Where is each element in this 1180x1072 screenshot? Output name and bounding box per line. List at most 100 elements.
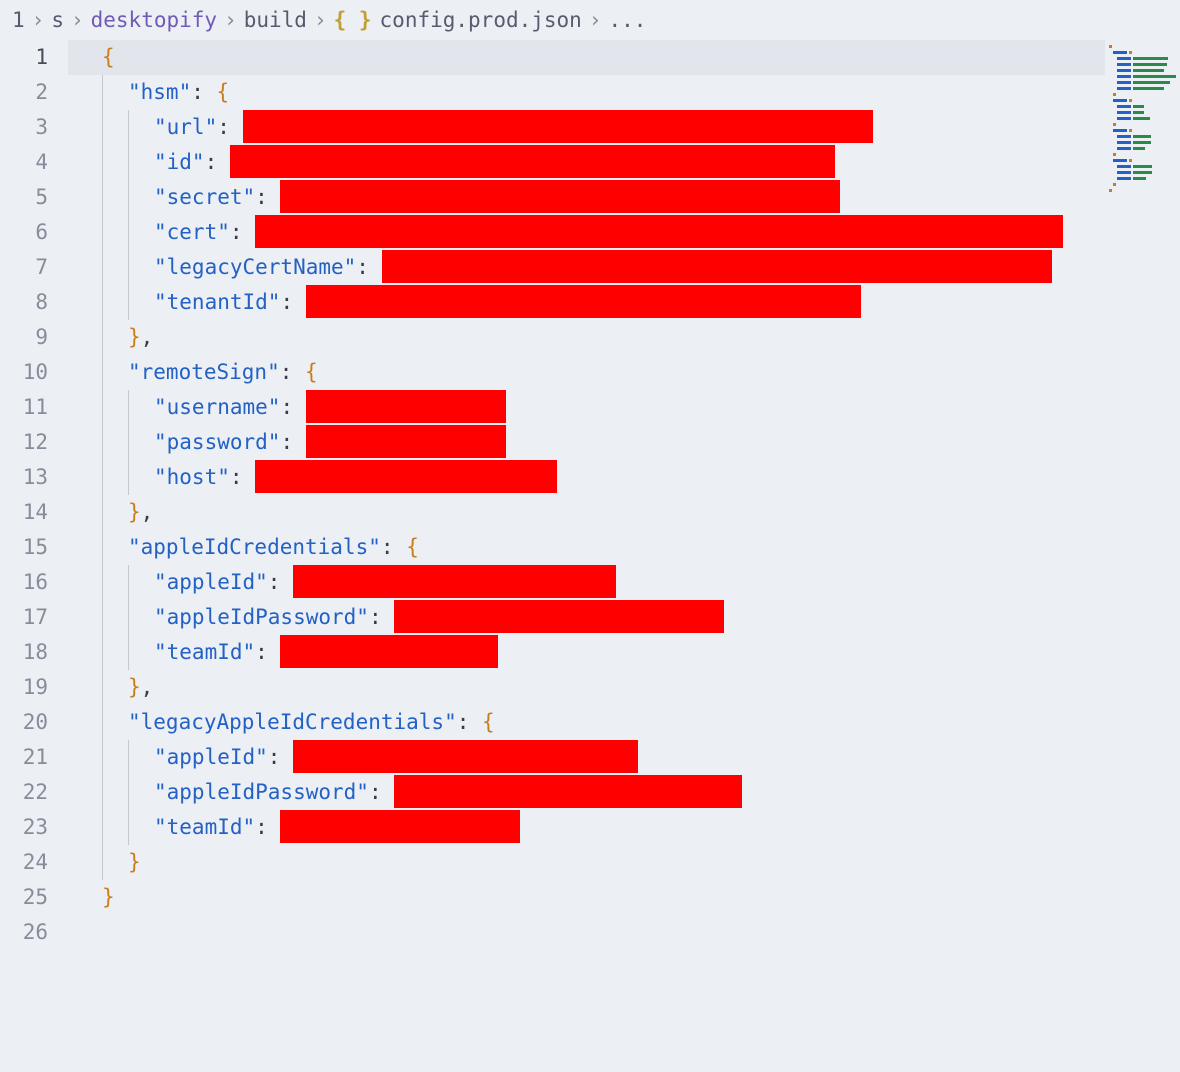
indent-guide — [102, 845, 128, 880]
chevron-right-icon: › — [71, 8, 84, 32]
code-line[interactable]: "hsm": { — [68, 75, 1180, 110]
code-line[interactable]: } — [68, 880, 1180, 915]
line-number[interactable]: 1 — [0, 40, 48, 75]
line-number[interactable]: 7 — [0, 250, 48, 285]
token-colon: : — [230, 465, 243, 489]
token-colon: : — [230, 220, 243, 244]
line-number[interactable]: 20 — [0, 705, 48, 740]
token-colon: : — [268, 745, 281, 769]
indent-guide — [102, 215, 128, 250]
code-line[interactable]: "username": — [68, 390, 1180, 425]
breadcrumb-segment[interactable]: s — [51, 8, 64, 32]
line-number-gutter[interactable]: 1234567891011121314151617181920212223242… — [0, 40, 68, 1072]
code-area[interactable]: {"hsm": {"url": "id": "secret": "cert": … — [68, 40, 1180, 1072]
code-line[interactable]: "appleIdPassword": — [68, 775, 1180, 810]
code-line[interactable]: "password": — [68, 425, 1180, 460]
line-number[interactable]: 19 — [0, 670, 48, 705]
breadcrumb-segment[interactable]: 1 — [12, 8, 25, 32]
indent-guide — [128, 740, 154, 775]
line-number[interactable]: 17 — [0, 600, 48, 635]
code-line[interactable]: "appleId": — [68, 565, 1180, 600]
line-number[interactable]: 14 — [0, 495, 48, 530]
indent-guide — [128, 600, 154, 635]
token-brace: } — [128, 500, 141, 524]
line-number[interactable]: 10 — [0, 355, 48, 390]
token-colon: : — [205, 150, 218, 174]
redaction-block — [394, 775, 742, 808]
minimap[interactable] — [1105, 40, 1180, 1072]
line-number[interactable]: 26 — [0, 915, 48, 950]
token-key: "secret" — [154, 185, 255, 209]
code-line[interactable] — [68, 915, 1180, 950]
code-line[interactable]: "legacyAppleIdCredentials": { — [68, 705, 1180, 740]
line-number[interactable]: 2 — [0, 75, 48, 110]
token-key: "legacyCertName" — [154, 255, 356, 279]
token-key: "url" — [154, 115, 217, 139]
indent-guide — [102, 495, 128, 530]
line-number[interactable]: 15 — [0, 530, 48, 565]
indent-guide — [102, 810, 128, 845]
code-line[interactable]: }, — [68, 495, 1180, 530]
line-number[interactable]: 22 — [0, 775, 48, 810]
code-line[interactable]: } — [68, 845, 1180, 880]
line-number[interactable]: 16 — [0, 565, 48, 600]
token-key: "legacyAppleIdCredentials" — [128, 710, 457, 734]
breadcrumb-segment-project[interactable]: desktopify — [91, 8, 217, 32]
breadcrumb: 1 › s › desktopify › build › { } config.… — [0, 0, 1180, 40]
indent-guide — [102, 670, 128, 705]
code-line[interactable]: "secret": — [68, 180, 1180, 215]
line-number[interactable]: 6 — [0, 215, 48, 250]
token-key: "cert" — [154, 220, 230, 244]
token-colon: : — [255, 815, 268, 839]
line-number[interactable]: 24 — [0, 845, 48, 880]
code-line[interactable]: }, — [68, 670, 1180, 705]
code-line[interactable]: "teamId": — [68, 810, 1180, 845]
token-colon: : — [191, 80, 204, 104]
code-line[interactable]: { — [68, 40, 1180, 75]
code-line[interactable]: "appleIdPassword": — [68, 600, 1180, 635]
code-line[interactable]: "id": — [68, 145, 1180, 180]
line-number[interactable]: 21 — [0, 740, 48, 775]
line-number[interactable]: 5 — [0, 180, 48, 215]
breadcrumb-segment[interactable]: build — [244, 8, 307, 32]
line-number[interactable]: 3 — [0, 110, 48, 145]
code-line[interactable]: "cert": — [68, 215, 1180, 250]
redaction-block — [306, 390, 506, 423]
token-brace: { — [102, 45, 115, 69]
breadcrumb-file[interactable]: config.prod.json — [380, 8, 582, 32]
indent-guide — [102, 600, 128, 635]
token-punct: , — [141, 675, 154, 699]
indent-guide — [128, 180, 154, 215]
indent-guide — [102, 565, 128, 600]
indent-guide — [128, 145, 154, 180]
code-line[interactable]: "appleId": — [68, 740, 1180, 775]
token-colon: : — [255, 185, 268, 209]
code-line[interactable]: "host": — [68, 460, 1180, 495]
line-number[interactable]: 9 — [0, 320, 48, 355]
line-number[interactable]: 8 — [0, 285, 48, 320]
code-line[interactable]: "tenantId": — [68, 285, 1180, 320]
code-line[interactable]: "url": — [68, 110, 1180, 145]
line-number[interactable]: 18 — [0, 635, 48, 670]
code-line[interactable]: "remoteSign": { — [68, 355, 1180, 390]
line-number[interactable]: 23 — [0, 810, 48, 845]
chevron-right-icon: › — [32, 8, 45, 32]
code-line[interactable]: "legacyCertName": — [68, 250, 1180, 285]
code-line[interactable]: "teamId": — [68, 635, 1180, 670]
line-number[interactable]: 4 — [0, 145, 48, 180]
indent-guide — [102, 75, 128, 110]
token-punct: , — [141, 325, 154, 349]
indent-guide — [128, 250, 154, 285]
redaction-block — [382, 250, 1052, 283]
code-line[interactable]: "appleIdCredentials": { — [68, 530, 1180, 565]
token-colon: : — [217, 115, 230, 139]
indent-guide — [128, 565, 154, 600]
token-key: "username" — [154, 395, 280, 419]
breadcrumb-trailing[interactable]: ... — [608, 8, 646, 32]
line-number[interactable]: 11 — [0, 390, 48, 425]
line-number[interactable]: 13 — [0, 460, 48, 495]
line-number[interactable]: 12 — [0, 425, 48, 460]
chevron-right-icon: › — [589, 8, 602, 32]
code-line[interactable]: }, — [68, 320, 1180, 355]
line-number[interactable]: 25 — [0, 880, 48, 915]
